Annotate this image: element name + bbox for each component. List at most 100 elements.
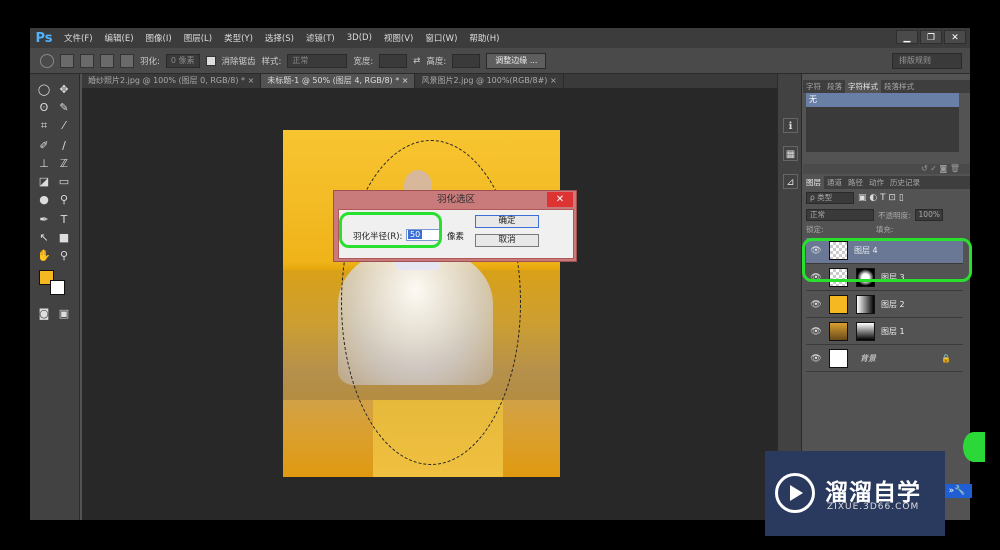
type-tool-icon[interactable]: T	[55, 212, 73, 228]
blur-tool-icon[interactable]: ●	[35, 192, 53, 208]
menu-help[interactable]: 帮助(H)	[463, 32, 505, 44]
grid-icon[interactable]: ▦	[783, 146, 798, 161]
tab-actions[interactable]: 动作	[866, 176, 887, 189]
info-icon[interactable]: ℹ	[783, 118, 798, 133]
workspace-select[interactable]: 排版规则	[892, 53, 962, 69]
menu-select[interactable]: 选择(S)	[259, 32, 300, 44]
tab-untitled-1[interactable]: 未标题-1 @ 50% (图层 4, RGB/8) * ×	[261, 74, 416, 88]
minimize-button[interactable]: ▁	[896, 30, 918, 44]
char-style-list	[806, 107, 959, 152]
menu-3d[interactable]: 3D(D)	[341, 33, 378, 43]
menu-layer[interactable]: 图层(L)	[178, 32, 218, 44]
dialog-title: 羽化选区	[436, 194, 475, 205]
eye-icon[interactable]: 👁	[806, 354, 826, 364]
marquee-tool-icon[interactable]: ◯	[35, 82, 53, 98]
eye-icon[interactable]: 👁	[806, 327, 826, 337]
blend-mode-select[interactable]: 正常	[806, 209, 874, 221]
layer-thumbnail	[829, 295, 848, 314]
tab-paragraph[interactable]: 段落	[824, 80, 845, 93]
filter-icons[interactable]: ▣ ◐ T ⊡ ▯	[858, 193, 904, 203]
tab-layers[interactable]: 图层	[803, 176, 824, 189]
blend-row: 正常 不透明度: 100%	[806, 208, 966, 222]
eye-icon[interactable]: 👁	[806, 300, 826, 310]
tab-paths[interactable]: 路径	[845, 176, 866, 189]
menu-type[interactable]: 类型(Y)	[218, 32, 259, 44]
crop-tool-icon[interactable]: ⌗	[35, 118, 53, 134]
tab-para-styles[interactable]: 段落样式	[881, 80, 917, 93]
cancel-button[interactable]: 取消	[475, 234, 539, 247]
tab-history[interactable]: 历史记录	[887, 176, 923, 189]
history-brush-icon[interactable]: ℤ	[55, 156, 73, 172]
eyedropper-icon[interactable]: ⁄	[55, 118, 73, 134]
add-selection-icon[interactable]	[80, 53, 94, 68]
layer-filter-select[interactable]: ρ 类型	[806, 192, 854, 204]
shape-tool-icon[interactable]: ■	[55, 230, 73, 246]
path-select-icon[interactable]: ↖	[35, 230, 53, 246]
menu-filter[interactable]: 滤镜(T)	[300, 32, 341, 44]
tab-wedding-photo[interactable]: 婚纱照片2.jpg @ 100% (图层 0, RGB/8) * ×	[82, 74, 262, 88]
hand-tool-icon[interactable]: ✋	[35, 248, 53, 264]
layer-thumbnail	[829, 349, 848, 368]
healing-brush-icon[interactable]: ✐	[35, 138, 53, 154]
tab-character[interactable]: 字符	[803, 80, 824, 93]
menu-file[interactable]: 文件(F)	[58, 32, 99, 44]
layer-row-2[interactable]: 👁 图层 2	[806, 292, 963, 318]
elliptical-marquee-icon[interactable]	[40, 53, 54, 68]
dodge-tool-icon[interactable]: ⚲	[55, 192, 73, 208]
clone-stamp-icon[interactable]: ⊥	[35, 156, 53, 172]
quick-mask-icon[interactable]: ◙	[35, 306, 53, 322]
menu-image[interactable]: 图像(I)	[140, 32, 178, 44]
menu-view[interactable]: 视图(V)	[378, 32, 419, 44]
lock-icon: 🔒	[941, 354, 951, 363]
eraser-icon[interactable]: ◪	[35, 174, 53, 190]
dialog-close-button[interactable]: ✕	[547, 192, 573, 207]
document-canvas[interactable]	[283, 130, 560, 477]
highlight-layer-4	[802, 238, 972, 282]
antialias-checkbox[interactable]	[205, 55, 216, 66]
app-logo: Ps	[35, 30, 53, 46]
gradient-tool-icon[interactable]: ▭	[55, 174, 73, 190]
subtract-selection-icon[interactable]	[100, 53, 114, 68]
height-input[interactable]	[452, 53, 481, 68]
menu-window[interactable]: 窗口(W)	[419, 32, 463, 44]
menu-edit[interactable]: 编辑(E)	[99, 32, 140, 44]
move-tool-icon[interactable]: ✥	[55, 82, 73, 98]
swap-icon[interactable]: ⇄	[413, 56, 420, 66]
layer-name: 背景	[860, 354, 876, 363]
restore-button[interactable]: ❐	[920, 30, 942, 44]
ok-button[interactable]: 确定	[475, 215, 539, 228]
lasso-tool-icon[interactable]: ʘ	[35, 100, 53, 116]
menu-bar: Ps 文件(F) 编辑(E) 图像(I) 图层(L) 类型(Y) 选择(S) 滤…	[30, 28, 970, 48]
intersect-selection-icon[interactable]	[120, 53, 134, 68]
width-label: 宽度:	[353, 56, 374, 67]
zoom-tool-icon[interactable]: ⚲	[55, 248, 73, 264]
layer-name: 图层 1	[881, 327, 905, 336]
adjust-icon[interactable]: ⊿	[783, 174, 798, 189]
canvas-area[interactable]	[82, 88, 777, 520]
width-input[interactable]	[379, 53, 408, 68]
tab-landscape[interactable]: 风景图片2.jpg @ 100%(RGB/8#) ×	[415, 74, 564, 88]
feather-input[interactable]: 0 像素	[165, 53, 200, 68]
blue-tool-icon: »🔧	[942, 484, 972, 498]
quick-select-icon[interactable]: ✎	[55, 100, 73, 116]
highlight-feather-input	[339, 212, 442, 248]
layer-row-background[interactable]: 👁 背景 🔒	[806, 346, 963, 372]
style-select[interactable]: 正常	[287, 53, 348, 68]
style-label: 样式:	[261, 56, 282, 67]
refine-edge-button[interactable]: 调整边缘 ...	[486, 52, 547, 69]
tab-channels[interactable]: 通道	[824, 176, 845, 189]
pen-tool-icon[interactable]: ✒	[35, 212, 53, 228]
new-selection-icon[interactable]	[60, 53, 74, 68]
layer-mask	[856, 322, 875, 341]
opacity-input[interactable]: 100%	[914, 209, 943, 221]
background-color-swatch[interactable]	[50, 280, 65, 295]
close-button[interactable]: ✕	[944, 30, 966, 44]
play-logo-icon	[775, 473, 815, 513]
tab-char-styles[interactable]: 字符样式	[845, 80, 881, 93]
layer-row-1[interactable]: 👁 图层 1	[806, 319, 963, 345]
char-style-none[interactable]: 无	[806, 93, 959, 107]
layers-panel-tabs: 图层 通道 路径 动作 历史记录	[803, 176, 970, 189]
fill-label: 填充:	[875, 225, 894, 234]
brush-tool-icon[interactable]: ∕	[55, 138, 73, 154]
screen-mode-icon[interactable]: ▣	[55, 306, 73, 322]
